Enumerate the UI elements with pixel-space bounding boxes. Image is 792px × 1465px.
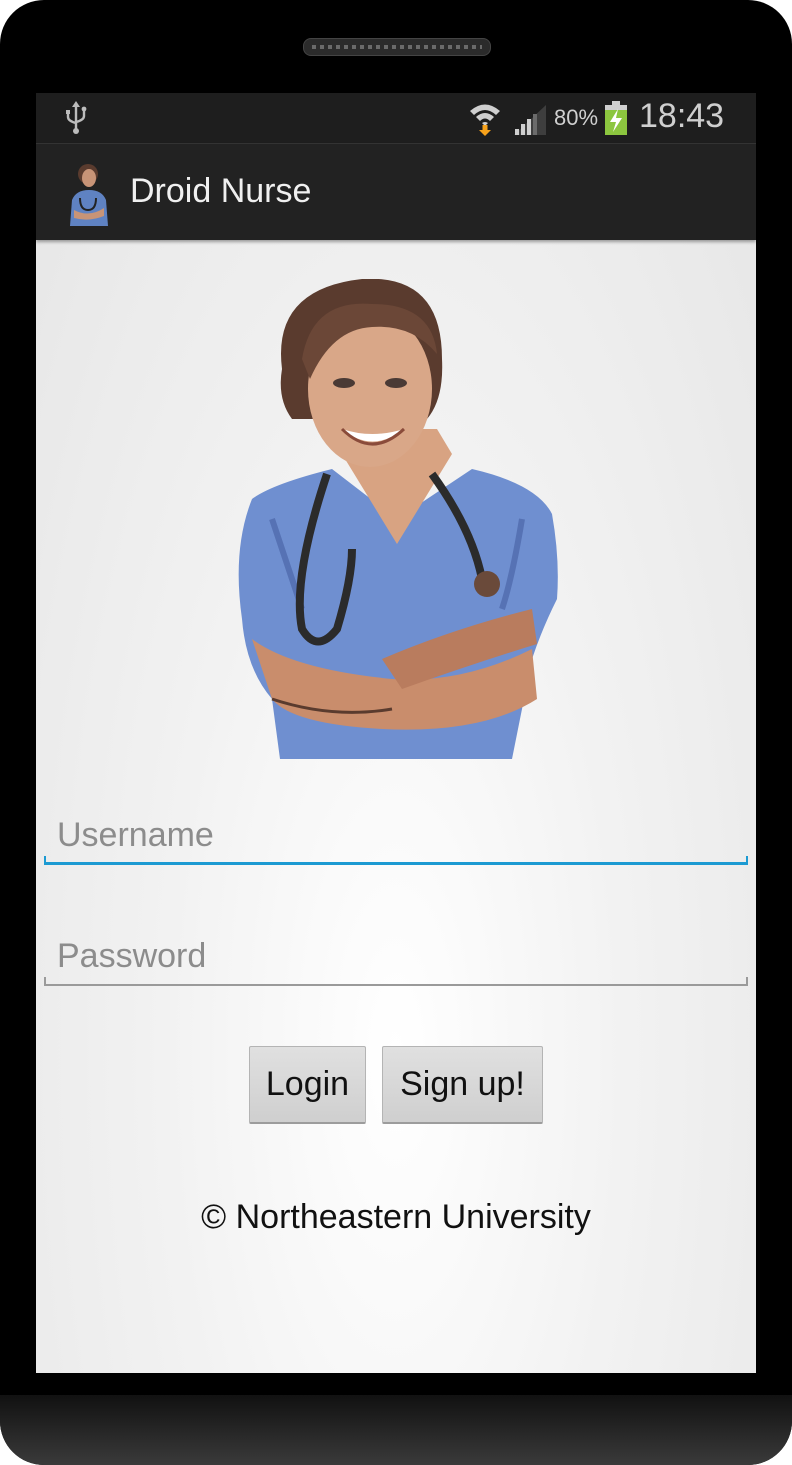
app-title: Droid Nurse [130, 172, 312, 210]
password-field-container [44, 926, 748, 986]
username-underline [44, 862, 748, 865]
password-input[interactable] [44, 926, 748, 986]
signup-button[interactable]: Sign up! [382, 1046, 543, 1124]
password-underline-right-tick [746, 977, 748, 986]
username-field-container [44, 805, 748, 865]
password-underline [44, 984, 748, 986]
signal-icon [514, 105, 546, 135]
phone-frame: 80% 18:43 Droid Nurse Username Login Sig… [0, 0, 792, 1465]
battery-charging-icon [605, 101, 627, 135]
login-button[interactable]: Login [249, 1046, 366, 1124]
usb-icon [66, 101, 87, 134]
password-underline-left-tick [44, 977, 46, 986]
screen: 80% 18:43 Droid Nurse Username Login Sig… [36, 93, 756, 1373]
username-underline-right-tick [746, 856, 748, 865]
action-bar: Droid Nurse [36, 143, 756, 240]
battery-percent: 80% [554, 105, 599, 130]
copyright-footer: © Northeastern University [201, 1198, 591, 1236]
username-underline-left-tick [44, 856, 46, 865]
nurse-app-icon[interactable] [66, 160, 112, 226]
speaker-grille [303, 38, 491, 56]
wifi-icon [470, 104, 500, 136]
nurse-illustration [238, 279, 558, 759]
phone-bottom-bezel [0, 1395, 792, 1465]
status-bar: 80% 18:43 [36, 93, 756, 143]
username-input[interactable] [44, 805, 748, 865]
status-clock: 18:43 [639, 97, 725, 135]
